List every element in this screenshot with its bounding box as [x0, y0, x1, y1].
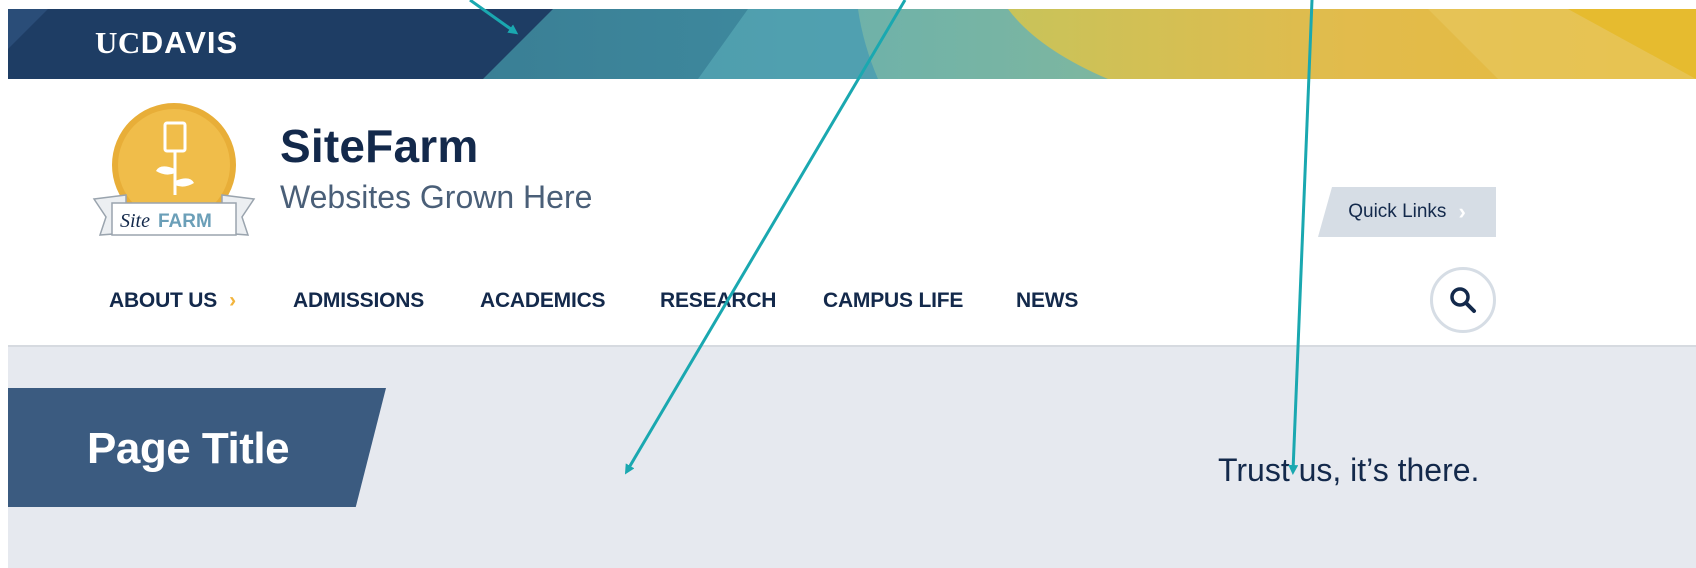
page-title-banner: Page Title: [8, 388, 386, 507]
search-icon: [1450, 287, 1476, 313]
sitefarm-logo[interactable]: Site FARM: [86, 103, 262, 243]
quick-links-label: Quick Links: [1348, 201, 1447, 222]
logo-text-site: Site: [120, 210, 150, 232]
site-name[interactable]: SiteFarm: [280, 119, 478, 173]
wordmark-uc: UC: [95, 25, 141, 60]
chevron-right-icon: ›: [1458, 199, 1466, 224]
nav-item-news[interactable]: NEWS: [1016, 287, 1078, 315]
site-slogan: Websites Grown Here: [280, 179, 593, 215]
nav-item-admissions[interactable]: ADMISSIONS: [293, 287, 424, 315]
primary-nav: ABOUT US › ADMISSIONS ACADEMICS RESEARCH …: [8, 255, 1696, 347]
nav-item-label: ABOUT US: [109, 289, 218, 312]
page: UCDAVIS Site FARM SiteFarm Websites Grow…: [8, 9, 1696, 568]
nav-item-academics[interactable]: ACADEMICS: [480, 287, 606, 315]
top-banner: UCDAVIS: [8, 9, 1696, 79]
search-button[interactable]: [1430, 267, 1496, 333]
page-title: Page Title: [87, 424, 290, 473]
nav-item-about-us[interactable]: ABOUT US ›: [109, 287, 236, 315]
chevron-right-icon: ›: [229, 289, 236, 312]
wordmark-davis: DAVIS: [140, 25, 239, 60]
nav-item-campus-life[interactable]: CAMPUS LIFE: [823, 287, 963, 315]
quick-links-button[interactable]: Quick Links ›: [1318, 187, 1496, 237]
logo-text-farm: FARM: [158, 211, 212, 232]
annotation-text: Trust us, it’s there.: [1218, 452, 1480, 488]
nav-item-research[interactable]: RESEARCH: [660, 287, 776, 315]
site-branding: Site FARM SiteFarm Websites Grown Here Q…: [8, 79, 1696, 325]
page-content: Page Title Trust us, it’s there.: [8, 347, 1696, 568]
banner-background: [8, 9, 1696, 79]
ucdavis-wordmark[interactable]: UCDAVIS: [95, 23, 238, 63]
